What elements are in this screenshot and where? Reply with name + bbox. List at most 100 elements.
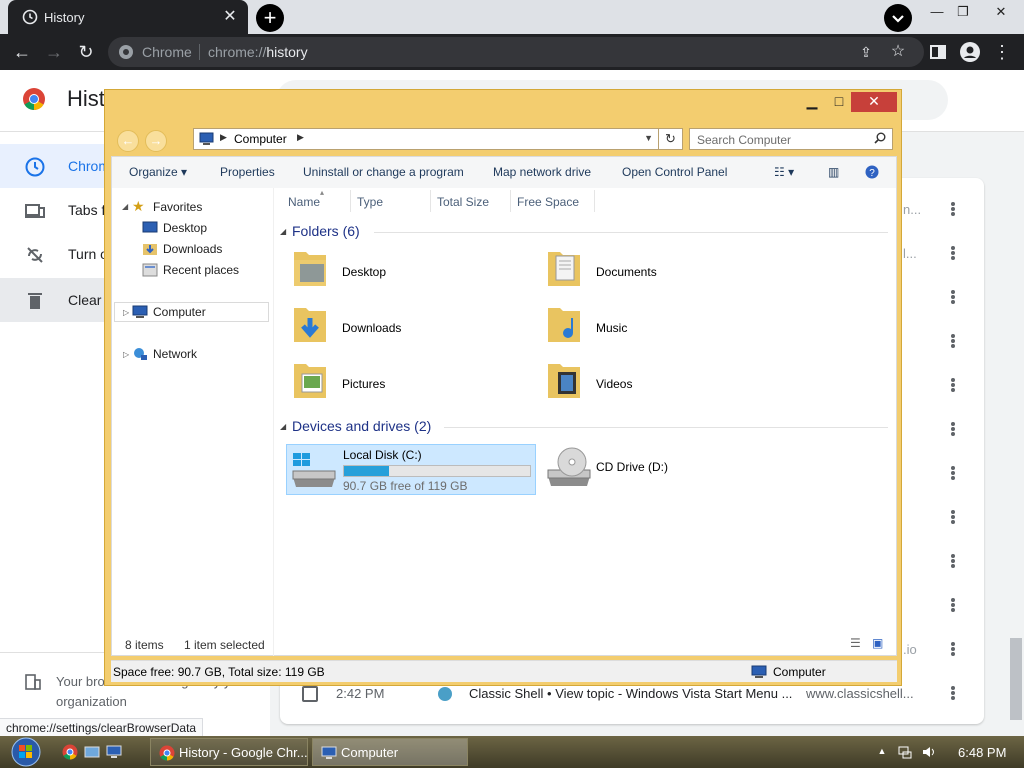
row-menu-icon[interactable] [947, 597, 959, 615]
taskbar-chrome-button[interactable]: History - Google Chr... [150, 738, 308, 766]
tab-close-icon[interactable]: ✕ [220, 7, 240, 27]
forward-icon[interactable]: → [42, 40, 66, 64]
folder-downloads[interactable]: Downloads [342, 321, 401, 335]
column-free-space[interactable]: Free Space [517, 195, 579, 209]
row-menu-icon[interactable] [947, 377, 959, 395]
folder-music[interactable]: Music [596, 321, 627, 335]
bookmark-star-icon[interactable]: ☆ [886, 40, 910, 64]
recent-places-icon [142, 263, 158, 277]
help-icon[interactable]: ? [865, 165, 879, 182]
back-arrow-icon[interactable]: ← [117, 130, 139, 152]
row-menu-icon[interactable] [947, 465, 959, 483]
back-icon[interactable]: ← [10, 40, 34, 64]
breadcrumb-arrow-icon[interactable]: ▶ [220, 132, 227, 143]
folder-pictures[interactable]: Pictures [342, 377, 385, 391]
window-close-icon[interactable]: ✕ [990, 4, 1012, 22]
forward-arrow-icon[interactable]: → [145, 130, 167, 152]
maximize-icon[interactable]: □ [827, 92, 851, 112]
tab-search-button[interactable] [884, 4, 912, 32]
address-dropdown-icon[interactable]: ▼ [644, 133, 653, 143]
share-icon[interactable]: ⇪ [854, 40, 878, 64]
row-title[interactable]: Classic Shell • View topic - Windows Vis… [469, 686, 792, 701]
favorites-star-icon: ★ [132, 198, 145, 214]
row-menu-icon[interactable] [947, 333, 959, 351]
taskbar-clock[interactable]: 6:48 PM [958, 745, 1006, 760]
local-disk-drive-icon [292, 453, 336, 487]
view-options-icon[interactable]: ☷ ▾ [774, 165, 794, 179]
nav-desktop[interactable]: Desktop [163, 221, 207, 235]
side-panel-icon[interactable] [926, 40, 950, 64]
breadcrumb-computer[interactable]: Computer [234, 132, 287, 146]
address-bar[interactable]: ▶ Computer ▶ ▼ [193, 128, 659, 150]
breadcrumb-arrow-icon[interactable]: ▶ [297, 132, 304, 143]
large-icons-view-icon[interactable]: ▣ [872, 636, 883, 650]
chrome-site-icon [119, 45, 133, 59]
column-total-size[interactable]: Total Size [437, 195, 489, 209]
nav-network[interactable]: Network [153, 347, 197, 361]
details-view-icon[interactable]: ☰ [850, 636, 861, 650]
properties-button[interactable]: Properties [220, 165, 275, 179]
row-menu-icon[interactable] [947, 421, 959, 439]
chrome-quicklaunch-icon[interactable] [62, 744, 78, 760]
open-control-panel-button[interactable]: Open Control Panel [622, 165, 727, 179]
map-network-drive-button[interactable]: Map network drive [493, 165, 591, 179]
collapse-group-icon[interactable]: ◢ [280, 227, 286, 236]
pictures-folder-icon [294, 364, 326, 398]
expand-arrow-icon[interactable]: ▷ [123, 350, 129, 359]
start-orb-icon[interactable] [4, 737, 48, 767]
explorer-status-bar: Space free: 90.7 GB, Total size: 119 GB … [111, 660, 897, 682]
column-type[interactable]: Type [357, 195, 383, 209]
page-scrollbar[interactable] [1008, 178, 1024, 724]
expand-arrow-icon[interactable]: ▷ [123, 308, 129, 317]
minimize-icon[interactable]: — [926, 4, 948, 22]
search-input[interactable]: Search Computer [689, 128, 893, 150]
tray-expand-icon[interactable]: ▲ [874, 746, 890, 762]
drive-cd-d[interactable]: CD Drive (D:) [596, 460, 668, 474]
preview-pane-icon[interactable]: ▥ [828, 165, 839, 179]
uninstall-program-button[interactable]: Uninstall or change a program [303, 165, 464, 179]
folder-documents[interactable]: Documents [596, 265, 657, 279]
collapse-group-icon[interactable]: ◢ [280, 422, 286, 431]
new-tab-button[interactable]: + [256, 4, 284, 32]
nav-computer[interactable]: Computer [153, 305, 206, 319]
volume-icon[interactable] [921, 744, 937, 760]
close-icon[interactable]: ✕ [851, 92, 897, 112]
column-divider [430, 190, 431, 212]
reload-icon[interactable]: ↻ [74, 40, 98, 64]
folder-videos[interactable]: Videos [596, 377, 632, 391]
taskbar-computer-button[interactable]: Computer [312, 738, 468, 766]
network-tray-icon[interactable] [897, 744, 913, 760]
drive-local-disk-c[interactable]: Local Disk (C:) 90.7 GB free of 119 GB [286, 444, 536, 495]
site-label: Chrome [142, 44, 192, 60]
row-menu-icon[interactable] [947, 641, 959, 659]
refresh-icon[interactable]: ↻ [659, 128, 683, 150]
expand-arrow-icon[interactable]: ◢ [122, 202, 128, 211]
row-menu-icon[interactable] [947, 201, 959, 219]
restore-icon[interactable]: ❐ [952, 4, 974, 22]
row-checkbox[interactable] [302, 686, 318, 702]
row-menu-icon[interactable] [947, 509, 959, 527]
nav-recent-places[interactable]: Recent places [163, 263, 239, 277]
folders-group-header[interactable]: Folders (6) [292, 223, 360, 239]
address-bar[interactable]: Chrome chrome://history [108, 37, 924, 67]
devices-group-header[interactable]: Devices and drives (2) [292, 418, 431, 434]
row-menu-icon[interactable] [947, 245, 959, 263]
profile-avatar-icon[interactable] [958, 40, 982, 64]
show-desktop-icon[interactable] [84, 744, 100, 760]
omnibox-separator [199, 44, 200, 60]
nav-favorites[interactable]: Favorites [153, 200, 202, 214]
row-menu-icon[interactable] [947, 289, 959, 307]
computer-icon [199, 132, 214, 145]
sync-off-icon [27, 247, 43, 263]
row-menu-icon[interactable] [947, 553, 959, 571]
organize-menu[interactable]: Organize ▾ [129, 165, 187, 179]
nav-downloads[interactable]: Downloads [163, 242, 222, 256]
menu-kebab-icon[interactable]: ⋮ [990, 40, 1014, 64]
tab-history[interactable]: History ✕ [8, 0, 248, 34]
computer-quicklaunch-icon[interactable] [106, 744, 122, 760]
folder-desktop[interactable]: Desktop [342, 265, 386, 279]
minimize-icon[interactable]: ▁ [801, 92, 823, 112]
column-name[interactable]: Name [288, 195, 320, 209]
scrollbar-thumb[interactable] [1010, 638, 1022, 720]
network-icon [134, 348, 147, 360]
